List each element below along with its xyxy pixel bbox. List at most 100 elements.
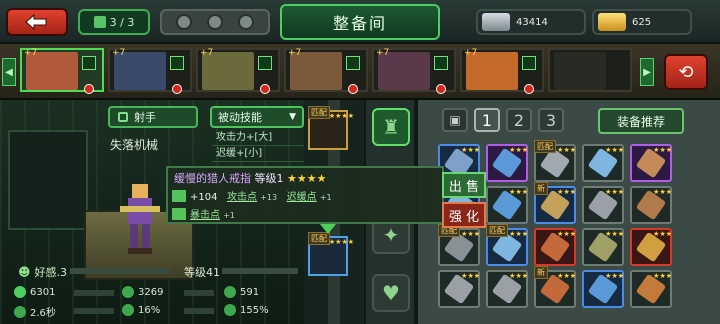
swap-hero-button[interactable]: ⟲ [664,54,708,90]
item-tag: 新 [534,182,548,195]
hero-name: 失落机械 [110,138,159,152]
inventory-item[interactable]: ★★★ [582,228,624,266]
gear-slots-indicator[interactable] [160,9,270,35]
class-button[interactable]: 射手 [108,106,198,128]
smile-icon: ☻ [18,265,31,279]
stat-armor-value: 591 [240,286,260,298]
enhance-button[interactable]: 强 化 [442,202,486,228]
favor: ☻ 好感.3 [18,264,67,280]
sell-button[interactable]: 出 售 [442,172,486,198]
tooltip-title: 缓慢的猎人戒指 等级1 ★★★★ [174,170,326,186]
back-button[interactable] [6,8,68,36]
inventory-tab-1[interactable]: 1 [474,108,500,132]
equipment-slot[interactable]: 匹配 ★★★★ [308,106,354,150]
gold-bar-icon [598,13,626,31]
stat-square-icon [172,190,186,202]
gold-amount: 625 [632,16,652,28]
item-stars: ★★★★ [287,172,327,185]
inventory-item[interactable]: ★★★ [486,186,528,224]
item-tag: 匹配 [534,140,556,153]
hero-sprite[interactable] [118,180,162,260]
item-name: 缓慢的猎人戒指 [174,172,251,185]
silver-currency[interactable]: 43414 [476,9,586,35]
inventory-item[interactable]: ★★★ [438,270,480,308]
attack-icon [122,286,134,298]
gear-slot-dot [175,14,192,30]
armor-icon [224,286,236,298]
roster-count[interactable]: 3 / 3 [78,9,150,35]
item-stars-icon: ★★★ [557,272,576,280]
gold-currency[interactable]: 625 [592,9,692,35]
stat-attack-value: 3269 [138,286,164,298]
hero-card[interactable] [548,48,632,92]
stat-armor: 591 [224,286,259,298]
skill-dropdown-label: 被动技能 [218,111,262,124]
inventory-item[interactable]: 匹配 ★★★ [534,140,576,182]
alert-dot-icon [260,84,270,94]
hero-card[interactable]: +7 [284,48,368,94]
inventory-item[interactable]: ★★★ [630,186,672,224]
inventory-item[interactable]: 新 ★★★ [534,266,576,308]
inventory-tab-all[interactable]: ▣ [442,108,468,132]
item-stars-icon: ★★★ [605,230,624,238]
skill-line: 迟缓+[小] [212,146,304,162]
category-favor-button[interactable]: ♥ [372,274,410,312]
top-bar: 3 / 3 整备间 43414 625 [0,0,720,44]
item-stars-icon: ★★★ [605,146,624,154]
item-stars-icon: ★★★ [509,272,528,280]
scroll-left-arrow-icon[interactable]: ◀ [2,58,16,86]
alert-dot-icon [436,84,446,94]
item-tooltip: 缓慢的猎人戒指 等级1 ★★★★ +104 攻击点 +13 迟缓点 +1 暴击点… [166,166,444,224]
hero-rank: +7 [24,48,38,58]
inventory-item[interactable]: ★★★ [630,270,672,308]
skill-dropdown[interactable]: 被动技能 ▼ [210,106,304,128]
user-icon [93,16,106,28]
inventory-item[interactable]: 匹配 ★★★ [438,224,480,266]
item-stars-icon: ★★★ [557,146,576,154]
hero-card[interactable]: +7 [20,48,104,94]
level-label: 等级41 [184,266,220,279]
hero-portrait [554,52,606,90]
hero-rank: +7 [288,48,302,58]
gear-slot-dot [206,14,223,30]
stat-hp-bar [74,290,114,296]
lightbulb-icon: ✦ [382,223,400,247]
inventory-item[interactable]: ★★★ [582,186,624,224]
equipment-slot[interactable]: 匹配 ★★★★ [308,232,354,276]
inventory-item[interactable]: 新 ★★★ [534,182,576,224]
inventory-item[interactable]: ★★★ [630,144,672,182]
category-armor-button[interactable]: ♜ [372,108,410,146]
tooltip-line-2: 暴击点 +1 [190,206,235,221]
recommend-gear-button[interactable]: 装备推荐 [598,108,684,134]
inventory-tab-2[interactable]: 2 [506,108,532,132]
item-tag: 新 [534,266,548,279]
item-stars-icon: ★★★ [461,272,480,280]
stat-crit: 16% [122,304,160,316]
inventory-item[interactable]: ★★★ [486,144,528,182]
hero-card[interactable]: +7 [372,48,456,94]
inventory-item[interactable]: 匹配 ★★★ [486,224,528,266]
inventory-tab-3[interactable]: 3 [538,108,564,132]
item-stars-icon: ★★★ [557,230,576,238]
inventory-item[interactable]: ★★★ [582,270,624,308]
hero-card[interactable]: +7 [196,48,280,94]
hero-rank: +7 [464,48,478,58]
scroll-right-arrow-icon[interactable]: ▶ [640,58,654,86]
inventory-item[interactable]: ★★★ [582,144,624,182]
alert-dot-icon [172,84,182,94]
hero-card[interactable]: +7 [108,48,192,94]
hero-status-icon [258,56,272,70]
hero-card[interactable]: +7 [460,48,544,94]
stat-hp-value: 6301 [30,286,56,298]
alert-dot-icon [84,84,94,94]
heart-icon [14,286,26,298]
item-tag: 匹配 [486,224,508,237]
alert-dot-icon [348,84,358,94]
item-stars-icon: ★★★ [653,188,672,196]
inventory-item[interactable]: ★★★ [486,270,528,308]
pointer-arrow-icon [320,224,336,234]
inventory-item[interactable]: ★★★ [534,228,576,266]
inventory-item[interactable]: ★★★ [630,228,672,266]
hero-rank: +7 [112,48,126,58]
item-stars-icon: ★★★ [653,146,672,154]
